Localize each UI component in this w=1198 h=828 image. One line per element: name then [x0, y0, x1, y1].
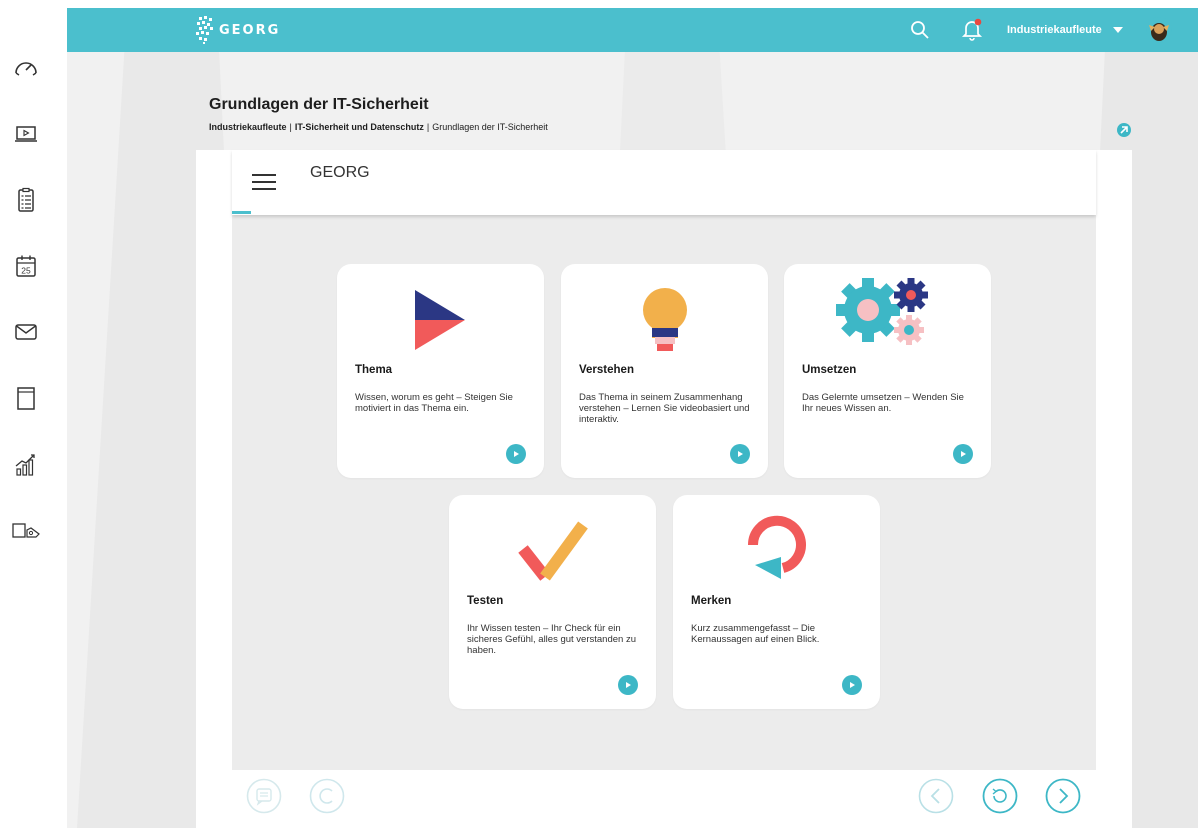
breadcrumb: Industriekaufleute | IT-Sicherheit und D…	[209, 122, 548, 132]
breadcrumb-separator: |	[426, 122, 430, 132]
top-bar: GEORG Industriekaufleute	[67, 8, 1198, 52]
breadcrumb-separator: |	[289, 122, 292, 132]
play-icon	[738, 451, 743, 457]
next-icon	[1045, 778, 1081, 814]
course-select-value: Industriekaufleute	[1007, 24, 1102, 36]
play-triangle-icon	[415, 290, 465, 350]
search-button[interactable]	[909, 19, 931, 41]
avatar[interactable]	[1145, 16, 1173, 44]
left-rail: 25	[0, 0, 67, 828]
card-title: Testen	[467, 595, 504, 607]
collapse-panel-button[interactable]	[1116, 122, 1132, 138]
page-title: Grundlagen der IT-Sicherheit	[209, 96, 429, 113]
card-description: Wissen, worum es geht – Steigen Sie moti…	[355, 392, 513, 414]
search-icon	[911, 21, 929, 39]
notifications-button[interactable]	[961, 17, 983, 41]
book-icon[interactable]	[10, 382, 42, 414]
card-thema[interactable]: Thema Wissen, worum es geht – Steigen Si…	[337, 264, 544, 478]
gears-icon	[836, 278, 928, 345]
card-play-button[interactable]	[618, 675, 638, 695]
card-description: Das Gelernte umsetzen – Wenden Sie Ihr n…	[802, 392, 964, 414]
card-play-button[interactable]	[953, 444, 973, 464]
previous-icon	[918, 778, 954, 814]
app-window: 25 GEORG Industriekaufleute Grundlagen d…	[0, 0, 1198, 828]
menu-active-indicator	[232, 211, 251, 214]
statistics-icon[interactable]	[10, 448, 42, 480]
play-icon	[961, 451, 966, 457]
card-play-button[interactable]	[842, 675, 862, 695]
copyright-icon	[309, 778, 345, 814]
transcript-button[interactable]	[246, 778, 282, 814]
checkmark-icon	[518, 521, 588, 581]
menu-button[interactable]	[252, 174, 276, 194]
card-title: Thema	[355, 364, 393, 376]
card-description: Kurz zusammengefasst – Die Kernaussagen …	[691, 623, 820, 645]
course-select[interactable]: Industriekaufleute	[1007, 20, 1124, 40]
card-description: Das Thema in seinem Zusammenhang versteh…	[579, 392, 750, 425]
play-icon	[514, 451, 519, 457]
player-header: GEORG	[232, 150, 1096, 215]
brand-mark-icon	[196, 16, 213, 44]
bell-icon	[961, 18, 983, 41]
brand-logo[interactable]: GEORG	[195, 13, 280, 47]
calendar-icon[interactable]: 25	[10, 250, 42, 282]
next-button[interactable]	[1045, 778, 1081, 814]
card-merken[interactable]: Merken Kurz zusammengefasst – Die Kernau…	[673, 495, 880, 709]
player-title: GEORG	[310, 164, 370, 181]
breadcrumb-item-course[interactable]: Industriekaufleute	[209, 122, 287, 132]
card-title: Verstehen	[579, 364, 634, 376]
card-description: Ihr Wissen testen – Ihr Check für ein si…	[467, 623, 636, 656]
collapse-icon	[1117, 123, 1131, 137]
checklist-icon[interactable]	[10, 184, 42, 216]
play-icon	[626, 682, 631, 688]
learning-player	[232, 150, 1096, 826]
card-title: Umsetzen	[802, 364, 857, 376]
notes-icon[interactable]	[10, 514, 42, 546]
calendar-day: 25	[21, 266, 31, 276]
video-icon[interactable]	[10, 118, 42, 150]
mail-icon[interactable]	[10, 316, 42, 348]
card-title: Merken	[691, 595, 732, 607]
player-footer	[232, 770, 1096, 826]
card-testen[interactable]: Testen Ihr Wissen testen – Ihr Check für…	[449, 495, 656, 709]
card-play-button[interactable]	[730, 444, 750, 464]
copyright-button[interactable]	[309, 778, 345, 814]
circular-arrow-icon	[747, 515, 806, 579]
transcript-icon	[246, 778, 282, 814]
dashboard-icon[interactable]	[10, 52, 42, 84]
card-play-button[interactable]	[506, 444, 526, 464]
avatar-icon	[1146, 17, 1172, 43]
card-umsetzen[interactable]: Umsetzen Das Gelernte umsetzen – Wenden …	[784, 264, 991, 478]
replay-icon	[982, 778, 1018, 814]
replay-button[interactable]	[982, 778, 1018, 814]
breadcrumb-item-current: Grundlagen der IT-Sicherheit	[432, 122, 548, 132]
lightbulb-icon	[643, 288, 687, 351]
play-icon	[850, 682, 855, 688]
previous-button[interactable]	[918, 778, 954, 814]
breadcrumb-item-module[interactable]: IT-Sicherheit und Datenschutz	[295, 122, 424, 132]
brand-name: GEORG	[219, 22, 281, 38]
card-verstehen[interactable]: Verstehen Das Thema in seinem Zusammenha…	[561, 264, 768, 478]
caret-down-icon	[1112, 27, 1123, 33]
